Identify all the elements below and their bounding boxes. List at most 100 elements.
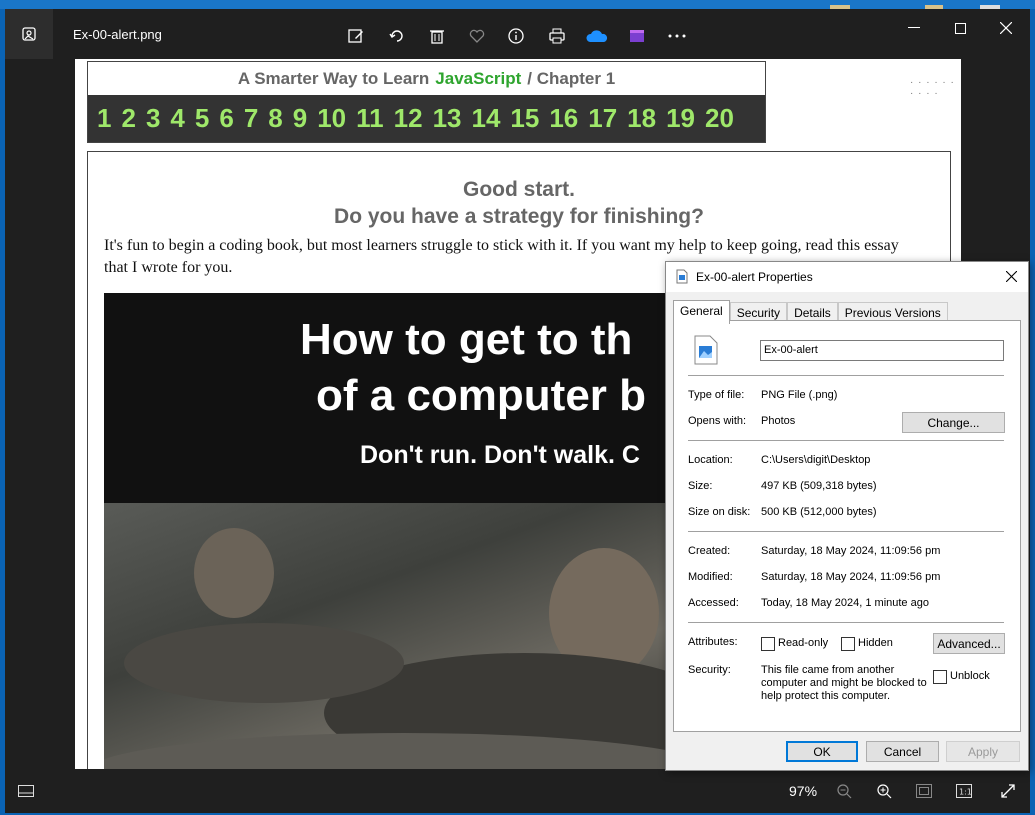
chapter-link-7[interactable]: 7 xyxy=(244,103,258,134)
chapter-links: 1 2 3 4 5 6 7 8 9 10 11 12 13 14 15 16 17 18 19 20 xyxy=(88,95,765,142)
actual-size-icon[interactable]: 1:1 xyxy=(953,781,975,801)
unblock-label: Unblock xyxy=(950,670,990,682)
banner-line-3: Don't run. Don't walk. C xyxy=(360,441,640,469)
book-header: A Smarter Way to Learn JavaScript / Chap… xyxy=(87,61,766,143)
viewer-statusbar: 97% 1:1 xyxy=(5,769,1030,813)
accessed-value: Today, 18 May 2024, 1 minute ago xyxy=(761,597,929,609)
created-value: Saturday, 18 May 2024, 11:09:56 pm xyxy=(761,545,941,557)
size-on-disk-label: Size on disk: xyxy=(688,506,751,518)
readonly-checkbox[interactable] xyxy=(761,637,775,651)
cancel-button[interactable]: Cancel xyxy=(866,741,939,762)
chapter-link-12[interactable]: 12 xyxy=(394,103,423,134)
chapter-link-5[interactable]: 5 xyxy=(195,103,209,134)
book-title: A Smarter Way to Learn JavaScript / Chap… xyxy=(88,62,765,95)
chapter-link-2[interactable]: 2 xyxy=(121,103,135,134)
chapter-link-11[interactable]: 11 xyxy=(356,103,384,134)
created-label: Created: xyxy=(688,545,731,557)
favorite-heart-icon[interactable] xyxy=(466,25,488,47)
edit-image-icon[interactable] xyxy=(345,25,367,47)
advanced-button[interactable]: Advanced... xyxy=(933,633,1005,654)
tab-general[interactable]: General xyxy=(673,300,730,324)
fit-to-window-icon[interactable] xyxy=(913,781,935,801)
svg-text:1:1: 1:1 xyxy=(959,788,972,797)
print-icon[interactable] xyxy=(546,25,568,47)
unblock-checkbox[interactable] xyxy=(933,670,947,684)
divider xyxy=(688,440,1004,441)
full-screen-icon[interactable] xyxy=(997,781,1019,801)
dialog-close-icon[interactable] xyxy=(1006,271,1017,282)
filmstrip-icon[interactable] xyxy=(15,781,37,801)
type-value: PNG File (.png) xyxy=(761,389,838,401)
chapter-link-9[interactable]: 9 xyxy=(293,103,307,134)
more-options-icon[interactable] xyxy=(666,25,688,47)
viewer-titlebar: Ex-00-alert.png xyxy=(5,9,1030,61)
banner-line-2: of a computer b xyxy=(316,371,647,420)
dialog-titlebar: Ex-00-alert Properties xyxy=(666,262,1028,292)
maximize-icon[interactable] xyxy=(945,17,975,39)
heading-strategy: Do you have a strategy for finishing? xyxy=(334,205,704,228)
attributes-label: Attributes: xyxy=(688,636,738,648)
security-text-line-3: help protect this computer. xyxy=(761,690,891,702)
divider xyxy=(688,375,1004,376)
video-editor-icon[interactable] xyxy=(626,25,648,47)
accessed-label: Accessed: xyxy=(688,597,739,609)
modified-label: Modified: xyxy=(688,571,733,583)
photos-app-icon[interactable] xyxy=(5,9,53,59)
dialog-tabs: General Security Details Previous Versio… xyxy=(673,300,948,324)
heading-good-start: Good start. xyxy=(462,178,575,201)
opens-with-value: Photos xyxy=(761,415,796,427)
change-button[interactable]: Change... xyxy=(902,412,1005,433)
security-label: Security: xyxy=(688,664,731,676)
size-on-disk-value: 500 KB (512,000 bytes) xyxy=(761,506,877,518)
onedrive-icon[interactable] xyxy=(586,25,608,47)
chapter-link-19[interactable]: 19 xyxy=(666,103,695,134)
chapter-link-13[interactable]: 13 xyxy=(433,103,462,134)
book-title-prefix: A Smarter Way to Learn xyxy=(237,68,430,88)
png-file-icon xyxy=(694,335,718,365)
chapter-link-17[interactable]: 17 xyxy=(588,103,617,134)
file-name-input[interactable]: Ex-00-alert xyxy=(760,340,1004,361)
chapter-link-16[interactable]: 16 xyxy=(549,103,578,134)
book-title-javascript: JavaScript xyxy=(435,68,522,88)
close-icon[interactable] xyxy=(991,17,1021,39)
zoom-in-icon[interactable] xyxy=(873,781,895,801)
rotate-icon[interactable] xyxy=(386,25,408,47)
chapter-link-1[interactable]: 1 xyxy=(97,103,111,134)
security-text-line-2: computer and might be blocked to xyxy=(761,677,927,689)
location-label: Location: xyxy=(688,454,733,466)
desktop-background xyxy=(0,0,1035,9)
chapter-link-15[interactable]: 15 xyxy=(510,103,539,134)
info-icon[interactable] xyxy=(505,25,527,47)
ok-button[interactable]: OK xyxy=(786,741,858,762)
file-icon xyxy=(676,269,688,284)
chapter-link-3[interactable]: 3 xyxy=(146,103,160,134)
book-title-chapter: / Chapter 1 xyxy=(527,68,616,88)
divider xyxy=(688,622,1004,623)
divider xyxy=(688,531,1004,532)
zoom-level: 97% xyxy=(789,783,818,799)
hidden-checkbox[interactable] xyxy=(841,637,855,651)
chapter-link-20[interactable]: 20 xyxy=(705,103,734,134)
readonly-label: Read-only xyxy=(778,637,829,649)
banner-line-1: How to get to th xyxy=(300,315,633,364)
chapter-link-8[interactable]: 8 xyxy=(268,103,282,134)
chapter-link-10[interactable]: 10 xyxy=(317,103,346,134)
opens-with-label: Opens with: xyxy=(688,415,747,427)
minimize-icon[interactable] xyxy=(899,17,929,39)
size-label: Size: xyxy=(688,480,713,492)
chapter-link-14[interactable]: 14 xyxy=(471,103,500,134)
type-label: Type of file: xyxy=(688,389,745,401)
hidden-label: Hidden xyxy=(858,637,893,649)
security-text-line-1: This file came from another xyxy=(761,664,895,676)
chapter-link-6[interactable]: 6 xyxy=(219,103,233,134)
dialog-title: Ex-00-alert Properties xyxy=(696,270,813,284)
modified-value: Saturday, 18 May 2024, 11:09:56 pm xyxy=(761,571,941,583)
location-value: C:\Users\digit\Desktop xyxy=(761,454,871,466)
zoom-out-icon[interactable] xyxy=(833,781,855,801)
delete-icon[interactable] xyxy=(426,25,448,47)
properties-dialog: Ex-00-alert Properties General Security … xyxy=(665,261,1029,771)
chapter-link-4[interactable]: 4 xyxy=(170,103,184,134)
chapter-link-18[interactable]: 18 xyxy=(627,103,656,134)
file-name: Ex-00-alert.png xyxy=(73,27,162,42)
apply-button[interactable]: Apply xyxy=(946,741,1020,762)
